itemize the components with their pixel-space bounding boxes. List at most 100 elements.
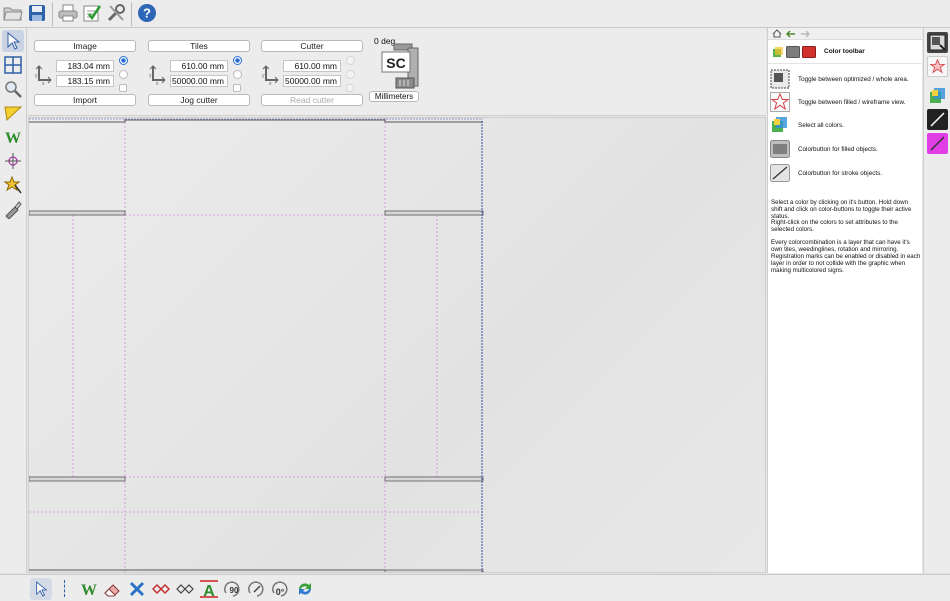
delete-icon[interactable] xyxy=(126,578,148,600)
back-arrow-icon[interactable] xyxy=(786,29,796,38)
measure-tool-icon[interactable] xyxy=(2,102,24,124)
color-toolbar-help-panel: Color toolbar Toggle between optimized /… xyxy=(767,28,922,573)
design-canvas[interactable] xyxy=(28,117,766,573)
image-radio-selected[interactable] xyxy=(119,56,128,65)
select-all-colors-icon xyxy=(770,115,790,135)
filled-color-row: Colorbutton for filled objects. xyxy=(770,138,920,160)
wireframe-toggle-row: Toggle between filled / wireframe view. xyxy=(770,91,920,113)
checklist-icon[interactable] xyxy=(81,2,103,24)
image-radio[interactable] xyxy=(119,70,128,79)
svg-text:x: x xyxy=(269,81,272,86)
gray-color-swatch-icon xyxy=(786,45,800,58)
sc-cutter-logo[interactable]: SC xyxy=(380,42,420,90)
image-group: Image yx 183.04 mm 183.15 mm Import xyxy=(28,34,142,114)
select-all-colors-row: Select all colors. xyxy=(770,114,920,136)
help-nav-bar xyxy=(768,28,922,40)
zoom-tool-icon[interactable] xyxy=(2,78,24,100)
help-paragraph-2: Right-click on the colors to set attribu… xyxy=(771,219,898,233)
optimize-area-icon xyxy=(770,69,790,89)
stroke-color-icon xyxy=(770,163,790,183)
refresh-icon[interactable] xyxy=(294,578,316,600)
rotate-90-icon[interactable]: 90 xyxy=(222,578,244,600)
home-icon[interactable] xyxy=(772,29,782,38)
registration-mark-icon[interactable] xyxy=(2,150,24,172)
cutter-width-field[interactable]: 610.00 mm xyxy=(283,60,341,72)
svg-text:x: x xyxy=(42,81,45,86)
main-toolbar: ? xyxy=(0,0,950,28)
grid-tool-icon[interactable] xyxy=(2,54,24,76)
rotate-zero-icon[interactable]: 0° xyxy=(270,578,292,600)
node-add-icon[interactable] xyxy=(150,578,172,600)
svg-text:x: x xyxy=(156,81,159,86)
toolbar-separator xyxy=(131,2,132,26)
svg-text:A: A xyxy=(203,583,215,599)
cut-settings-panel: Image yx 183.04 mm 183.15 mm Import Tile… xyxy=(28,28,766,116)
cut-outline xyxy=(29,118,484,572)
tile-guide-lines xyxy=(29,118,483,572)
filled-color-icon xyxy=(770,139,790,159)
text-outline-icon[interactable]: A xyxy=(198,578,220,600)
bottom-edit-toolbar: W A 90 0° xyxy=(0,574,950,601)
weed-tool-icon[interactable]: W xyxy=(2,126,24,148)
left-tool-palette: W xyxy=(0,28,27,573)
svg-text:W: W xyxy=(81,582,97,598)
image-button[interactable]: Image xyxy=(34,40,136,52)
axis-icon: yx xyxy=(149,65,166,86)
tiles-group: Tiles yx 610.00 mm 50000.00 mm Jog cutte… xyxy=(142,34,256,114)
svg-text:y: y xyxy=(262,73,265,79)
folder-icon[interactable] xyxy=(2,2,24,24)
cutter-group: Cutter yx 610.00 mm 50000.00 mm Read cut… xyxy=(255,34,369,114)
optimize-area-icon[interactable] xyxy=(927,32,948,53)
toolbar-separator xyxy=(52,2,53,26)
eraser-icon[interactable] xyxy=(101,578,123,600)
jog-cutter-button[interactable]: Jog cutter xyxy=(148,94,250,106)
save-icon[interactable] xyxy=(26,2,48,24)
panel-title: Color toolbar xyxy=(824,48,865,55)
tiles-radio-selected[interactable] xyxy=(233,56,242,65)
image-checkbox[interactable] xyxy=(119,84,127,92)
weed-icon[interactable]: W xyxy=(78,578,100,600)
toolbar-file-group: ? xyxy=(2,2,158,26)
magenta-color-layer-icon[interactable] xyxy=(927,133,948,154)
select-all-colors-icon[interactable] xyxy=(927,85,948,106)
node-remove-icon[interactable] xyxy=(174,578,196,600)
svg-text:W: W xyxy=(5,130,21,145)
tools-icon[interactable] xyxy=(105,2,127,24)
cutter-radio-disabled xyxy=(346,70,355,79)
cutter-button[interactable]: Cutter xyxy=(261,40,363,52)
rotate-free-icon[interactable] xyxy=(246,578,268,600)
tiles-height-field[interactable]: 50000.00 mm xyxy=(170,75,228,87)
tiles-button[interactable]: Tiles xyxy=(148,40,250,52)
wireframe-star-icon[interactable] xyxy=(927,56,948,77)
red-color-swatch-icon xyxy=(802,45,816,58)
cutter-checkbox-disabled xyxy=(346,84,354,92)
star-transform-icon[interactable] xyxy=(2,174,24,196)
help-icon[interactable]: ? xyxy=(136,2,158,24)
optimize-area-row: Toggle between optimized / whole area. xyxy=(770,68,920,90)
forward-arrow-icon[interactable] xyxy=(800,29,810,38)
read-cutter-button: Read cutter xyxy=(261,94,363,106)
help-paragraph-1: Select a color by clicking on it's butto… xyxy=(771,199,912,220)
tiles-width-field[interactable]: 610.00 mm xyxy=(170,60,228,72)
help-paragraph-3: Every colorcombination is a layer that c… xyxy=(771,239,921,274)
units-button[interactable]: Millimeters xyxy=(369,91,419,102)
color-toolbar-icon xyxy=(773,46,783,57)
image-height-field[interactable]: 183.15 mm xyxy=(56,75,114,87)
image-width-field[interactable]: 183.04 mm xyxy=(56,60,114,72)
svg-text:90: 90 xyxy=(230,586,239,595)
pointer-icon[interactable] xyxy=(30,578,52,600)
svg-text:?: ? xyxy=(143,6,151,21)
cutter-height-field[interactable]: 50000.00 mm xyxy=(283,75,341,87)
tiles-checkbox[interactable] xyxy=(233,84,241,92)
import-button[interactable]: Import xyxy=(34,94,136,106)
knife-tool-icon[interactable] xyxy=(2,198,24,220)
axis-icon: yx xyxy=(262,65,279,86)
cut-layout-drawing xyxy=(29,118,484,572)
stroke-color-icon[interactable] xyxy=(927,109,948,130)
tiles-radio[interactable] xyxy=(233,70,242,79)
pointer-tool-icon[interactable] xyxy=(2,30,24,52)
svg-text:0°: 0° xyxy=(276,587,285,597)
svg-text:y: y xyxy=(149,73,152,79)
printer-icon[interactable] xyxy=(57,2,79,24)
stroke-color-row: Colorbutton for stroke objects. xyxy=(770,162,920,184)
